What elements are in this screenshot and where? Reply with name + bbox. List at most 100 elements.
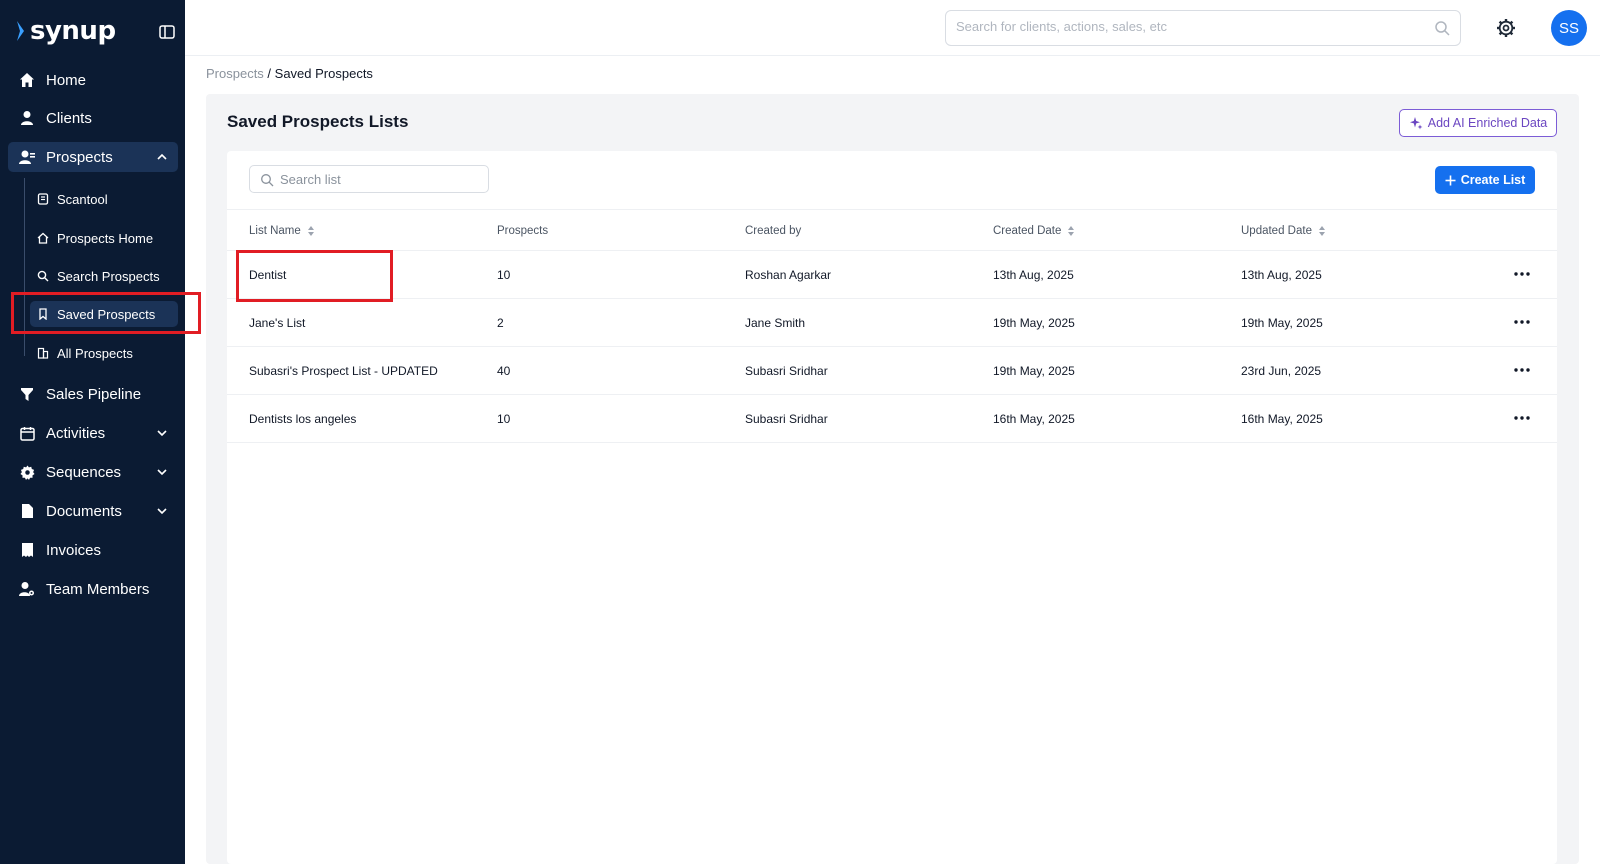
table-header: List Name Prospects Created by Created D…	[227, 209, 1557, 251]
breadcrumb: Prospects / Saved Prospects	[206, 66, 373, 81]
settings-gear-icon[interactable]	[1496, 18, 1516, 38]
sidebar-item-prospects[interactable]: Prospects	[8, 142, 178, 172]
sidebar-subitem-label: Search Prospects	[57, 268, 160, 284]
more-options-icon[interactable]	[1512, 312, 1532, 332]
page-title: Saved Prospects Lists	[227, 112, 409, 131]
team-icon	[16, 581, 38, 597]
calendar-icon	[16, 425, 38, 441]
sidebar-item-clients[interactable]: Clients	[8, 103, 178, 133]
table-row[interactable]: Subasri's Prospect List - UPDATED 40 Sub…	[227, 347, 1557, 395]
updated-date-cell: 16th May, 2025	[1241, 412, 1323, 426]
column-header-prospects: Prospects	[497, 225, 549, 237]
sidebar-item-label: Invoices	[46, 541, 102, 559]
sidebar-item-label: Prospects	[46, 148, 113, 166]
sidebar: synup Home Clients Prospects Scantool Pr…	[0, 0, 185, 864]
sidebar-item-label: Clients	[46, 109, 92, 127]
column-header-created-by: Created by	[745, 225, 802, 237]
more-options-icon[interactable]	[1512, 264, 1532, 284]
add-ai-enriched-data-label: Add AI Enriched Data	[1427, 116, 1548, 130]
created-by-cell: Roshan Agarkar	[745, 268, 832, 282]
updated-date-cell: 13th Aug, 2025	[1241, 268, 1322, 282]
updated-date-cell: 19th May, 2025	[1241, 316, 1323, 330]
list-name-cell[interactable]: Dentists los angeles	[249, 412, 356, 426]
sidebar-item-label: Documents	[46, 502, 122, 520]
sidebar-subitem-search-prospects[interactable]: Search Prospects	[30, 263, 178, 289]
user-icon	[16, 110, 38, 126]
funnel-icon	[16, 386, 38, 402]
table-row[interactable]: Dentist 10 Roshan Agarkar 13th Aug, 2025…	[227, 251, 1557, 299]
brand-logo[interactable]: synup	[16, 16, 116, 46]
sidebar-item-documents[interactable]: Documents	[8, 496, 178, 526]
sparkle-icon	[1409, 117, 1423, 130]
sidebar-item-activities[interactable]: Activities	[8, 418, 178, 448]
breadcrumb-prospects-link[interactable]: Prospects	[206, 66, 264, 81]
list-name-cell[interactable]: Jane's List	[249, 316, 305, 330]
brand-name: synup	[30, 16, 116, 46]
top-bar: SS	[185, 0, 1600, 56]
invoice-icon	[16, 542, 38, 558]
sort-icon	[1068, 226, 1075, 236]
sidebar-item-label: Activities	[46, 424, 106, 442]
sidebar-item-home[interactable]: Home	[8, 65, 178, 95]
highlight-box-dentist	[236, 250, 393, 302]
more-options-icon[interactable]	[1512, 408, 1532, 428]
gear-icon	[16, 464, 38, 480]
global-search-input[interactable]	[956, 19, 1416, 34]
building-icon	[36, 346, 50, 360]
created-date-cell: 19th May, 2025	[993, 316, 1075, 330]
sidebar-item-label: Sequences	[46, 463, 122, 481]
sidebar-collapse-icon[interactable]	[158, 23, 176, 41]
chevron-down-icon	[157, 430, 167, 437]
sidebar-item-label: Home	[46, 71, 87, 89]
search-icon	[36, 269, 50, 283]
created-date-cell: 19th May, 2025	[993, 364, 1075, 378]
global-search[interactable]	[945, 10, 1461, 46]
column-header-created-date[interactable]: Created Date	[993, 225, 1075, 237]
created-by-cell: Jane Smith	[745, 316, 806, 330]
add-ai-enriched-data-button[interactable]: Add AI Enriched Data	[1399, 109, 1557, 137]
chevron-down-icon	[157, 508, 167, 515]
sidebar-item-invoices[interactable]: Invoices	[8, 535, 178, 565]
chevron-up-icon	[157, 153, 167, 160]
prospects-count-cell: 10	[497, 412, 511, 426]
sidebar-item-sales-pipeline[interactable]: Sales Pipeline	[8, 379, 178, 409]
created-by-cell: Subasri Sridhar	[745, 364, 828, 378]
sidebar-subitem-label: Scantool	[57, 191, 108, 207]
sidebar-item-sequences[interactable]: Sequences	[8, 457, 178, 487]
sidebar-subitem-scantool[interactable]: Scantool	[30, 186, 178, 212]
list-name-cell[interactable]: Subasri's Prospect List - UPDATED	[249, 364, 438, 378]
breadcrumb-current: Saved Prospects	[274, 66, 373, 81]
updated-date-cell: 23rd Jun, 2025	[1241, 364, 1322, 378]
created-date-cell: 13th Aug, 2025	[993, 268, 1074, 282]
prospects-count-cell: 40	[497, 364, 511, 378]
scan-icon	[36, 192, 50, 206]
column-header-updated-date[interactable]: Updated Date	[1241, 225, 1326, 237]
create-list-button[interactable]: Create List	[1435, 166, 1535, 194]
chevron-down-icon	[157, 469, 167, 476]
sidebar-subitem-all-prospects[interactable]: All Prospects	[30, 340, 178, 366]
prospects-count-cell: 10	[497, 268, 511, 282]
search-icon	[261, 174, 274, 187]
column-header-list-name[interactable]: List Name	[249, 225, 315, 237]
table-row[interactable]: Jane's List 2 Jane Smith 19th May, 2025 …	[227, 299, 1557, 347]
logo-row: synup	[16, 16, 176, 48]
sidebar-item-team-members[interactable]: Team Members	[8, 574, 178, 604]
list-search-input[interactable]	[280, 172, 480, 187]
sort-icon	[1318, 226, 1325, 236]
sidebar-subitem-label: Prospects Home	[57, 230, 154, 246]
user-avatar[interactable]: SS	[1551, 10, 1587, 46]
document-icon	[16, 503, 38, 519]
list-search[interactable]	[249, 165, 489, 193]
sidebar-item-label: Sales Pipeline	[46, 385, 142, 403]
home-icon	[36, 231, 50, 245]
prospects-count-cell: 2	[497, 316, 504, 330]
sidebar-subitem-prospects-home[interactable]: Prospects Home	[30, 225, 178, 251]
synup-mark-icon	[17, 21, 24, 41]
table-row[interactable]: Dentists los angeles 10 Subasri Sridhar …	[227, 395, 1557, 443]
sort-icon	[307, 226, 314, 236]
sidebar-subitem-label: All Prospects	[57, 345, 133, 361]
breadcrumb-separator: /	[263, 66, 275, 81]
home-icon	[16, 72, 38, 88]
created-date-cell: 16th May, 2025	[993, 412, 1075, 426]
more-options-icon[interactable]	[1512, 360, 1532, 380]
